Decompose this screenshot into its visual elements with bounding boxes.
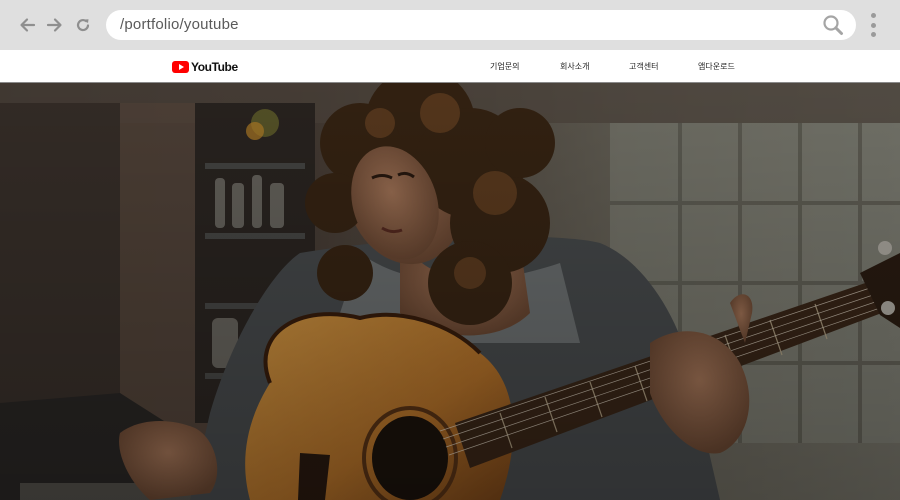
- forward-button[interactable]: [43, 14, 65, 36]
- site-header: YouTube 기업문의 회사소개 고객센터 앱다운로드: [0, 50, 900, 83]
- youtube-play-icon: [172, 60, 189, 73]
- search-button[interactable]: [822, 14, 844, 36]
- guitar-player-photo: [0, 83, 900, 500]
- arrow-left-icon: [20, 18, 36, 32]
- hero-image: [0, 83, 900, 500]
- menu-item-customer-center[interactable]: 고객센터: [629, 61, 658, 72]
- address-bar[interactable]: /portfolio/youtube: [106, 10, 856, 40]
- reload-icon: [76, 18, 90, 32]
- menu-item-business-inquiry[interactable]: 기업문의: [490, 61, 519, 72]
- address-text: /portfolio/youtube: [120, 16, 239, 33]
- browser-toolbar: /portfolio/youtube: [0, 0, 900, 50]
- kebab-menu-icon[interactable]: [866, 13, 880, 37]
- youtube-logo[interactable]: YouTube: [172, 59, 238, 74]
- logo-text: YouTube: [191, 59, 238, 74]
- back-button[interactable]: [17, 14, 39, 36]
- arrow-right-icon: [46, 18, 62, 32]
- menu-item-about[interactable]: 회사소개: [560, 61, 589, 72]
- reload-button[interactable]: [72, 14, 94, 36]
- menu-item-app-download[interactable]: 앱다운로드: [698, 61, 735, 72]
- search-icon: [823, 15, 843, 35]
